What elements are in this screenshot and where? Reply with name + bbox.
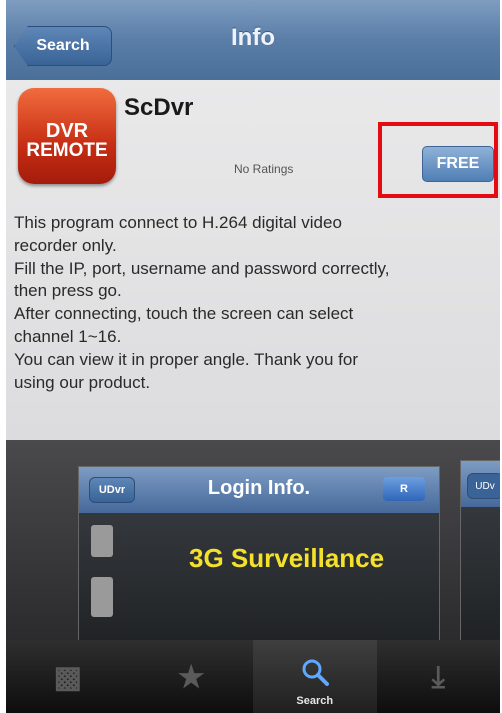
description-line: using our product. [14, 372, 151, 392]
preview-nav-bar: UDv [461, 461, 500, 507]
screenshot-headline: 3G Surveillance [189, 543, 385, 573]
tab-top[interactable]: ★ [130, 640, 254, 713]
description-line: recorder only. [14, 235, 117, 255]
screenshot-nav-bar: UDvr Login Info. R [79, 467, 439, 513]
updates-icon: ⤓ [431, 661, 445, 694]
app-icon-line1: DVR [45, 120, 89, 142]
app-icon-line2: REMOTE [26, 140, 108, 161]
ratings-label: No Ratings [234, 162, 294, 176]
phone-screen: Search Info DVR REMOTE ScDvr No Ratings … [6, 0, 500, 713]
tab-search[interactable]: Search [253, 640, 377, 713]
app-description: This program connect to H.264 digital vi… [14, 212, 498, 394]
tab-label: Search [296, 695, 334, 707]
description-line: channel 1~16. [14, 326, 122, 346]
app-info-panel: DVR REMOTE ScDvr No Ratings FREE This pr… [6, 80, 500, 440]
description-line: then press go. [14, 281, 122, 301]
phone-icon [91, 577, 113, 617]
app-icon: DVR REMOTE [18, 88, 116, 184]
description-line: You can view it in proper angle. Thank y… [14, 349, 358, 369]
description-line: After connecting, touch the screen can s… [14, 304, 354, 324]
tab-bar: ▩ ★ Search ⤓ [6, 640, 500, 713]
star-icon: ★ [177, 661, 205, 694]
nav-bar: Search Info [6, 0, 500, 81]
free-button[interactable]: FREE [422, 146, 494, 182]
screenshot-right-button: R [383, 477, 425, 501]
featured-icon: ▩ [53, 661, 82, 694]
screenshot-gallery[interactable]: UDvr Login Info. R 3G Surveillance UDv [6, 440, 500, 698]
camera-icon [91, 525, 113, 557]
tab-updates[interactable]: ⤓ [377, 640, 501, 713]
page-title: Info [231, 24, 275, 51]
tab-featured[interactable]: ▩ [6, 640, 130, 713]
app-name: ScDvr [124, 94, 194, 121]
description-line: This program connect to H.264 digital vi… [14, 213, 342, 232]
preview-back-button: UDv [467, 473, 500, 499]
search-icon [300, 657, 330, 695]
description-line: Fill the IP, port, username and password… [14, 258, 390, 278]
